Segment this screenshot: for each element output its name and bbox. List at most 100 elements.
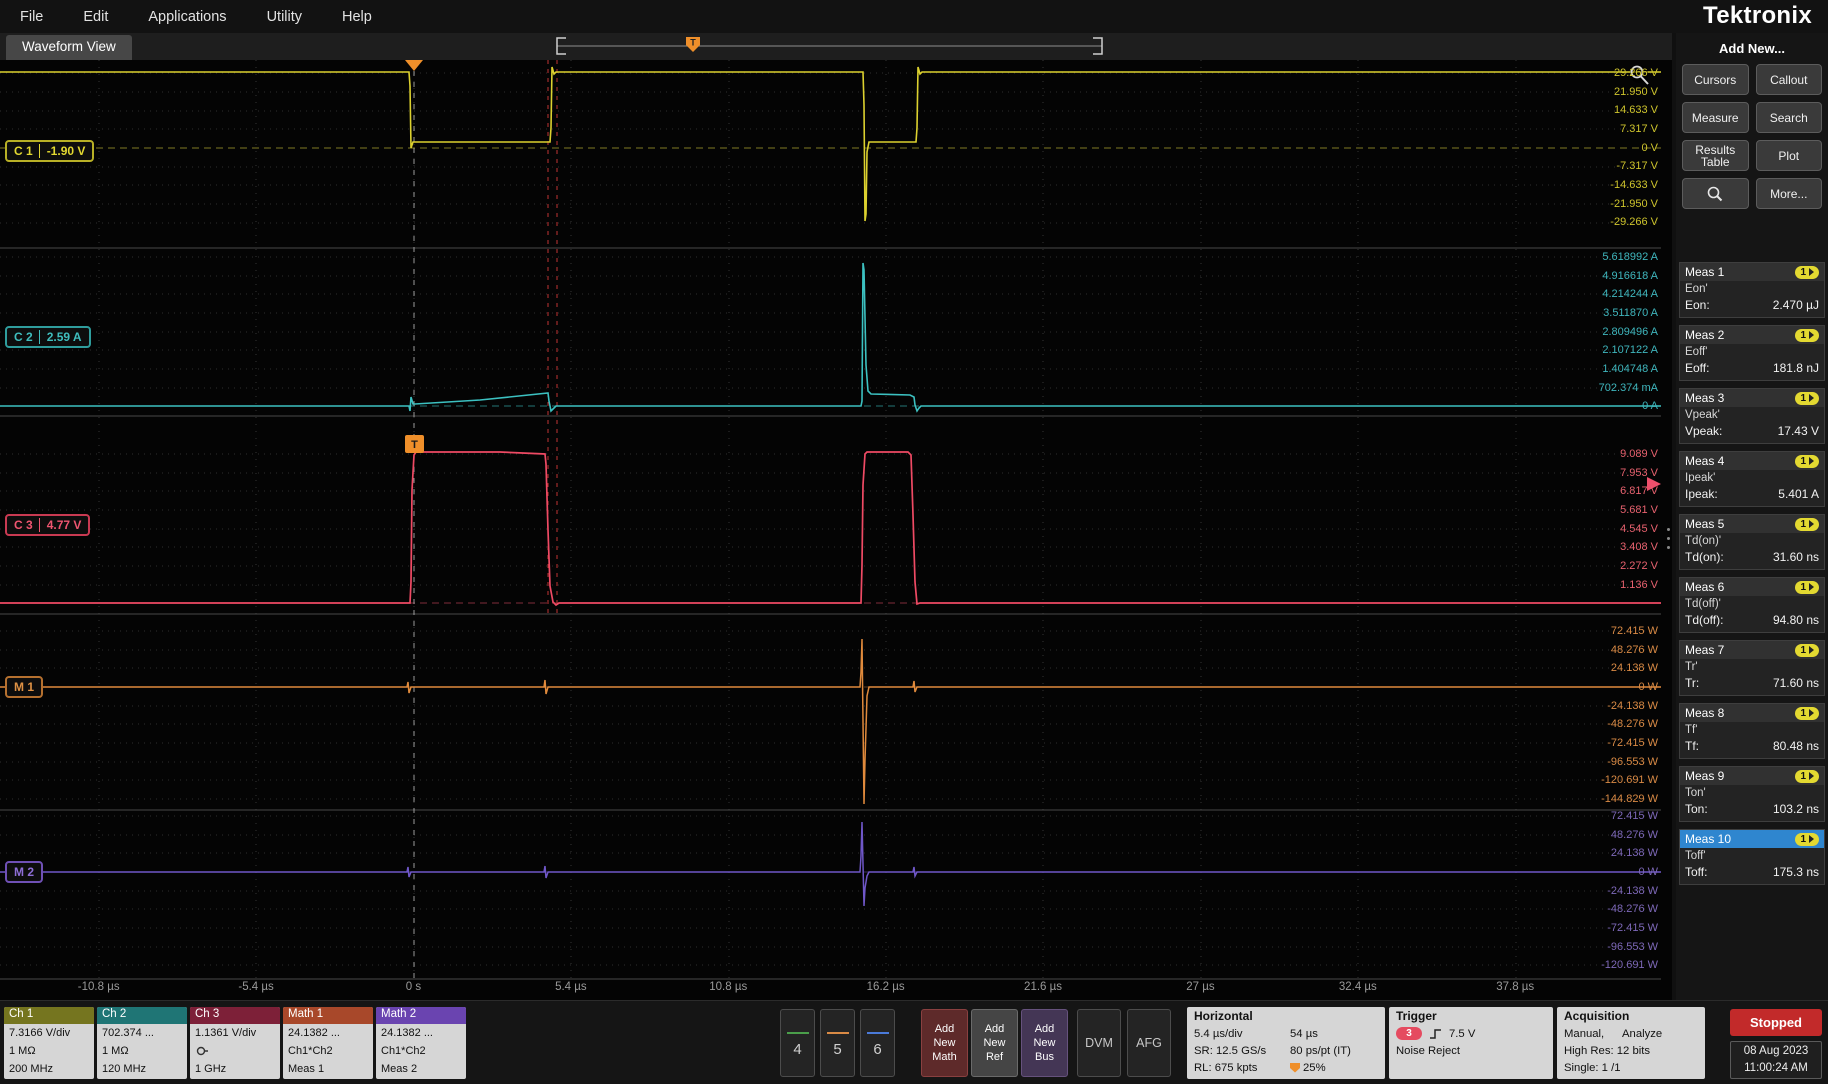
- menu-item[interactable]: Edit: [63, 9, 128, 25]
- tab-waveform-view[interactable]: Waveform View: [6, 35, 132, 60]
- measurement-value-row: Td(on): 31.60 ns: [1680, 547, 1824, 569]
- measurement-card[interactable]: Meas 3 1 Vpeak' Vpeak: 17.43 V: [1679, 388, 1825, 444]
- channel-card-title: Ch 2: [97, 1007, 187, 1024]
- scale-label: -72.415 W: [1601, 734, 1658, 753]
- scale-label: 4.545 V: [1620, 520, 1658, 539]
- plot-button[interactable]: Plot: [1756, 140, 1823, 171]
- channel-card-ch2[interactable]: Ch 2 702.374 ... 1 MΩ 120 MHz: [97, 1007, 187, 1079]
- scale-label: 72.415 W: [1601, 622, 1658, 641]
- math-scale: 24.1382 ...: [376, 1024, 466, 1042]
- trigger-mode: Noise Reject: [1396, 1045, 1460, 1057]
- trigger-panel[interactable]: Trigger 3 7.5 V Noise Reject: [1389, 1007, 1553, 1079]
- cursors-button[interactable]: Cursors: [1682, 64, 1749, 95]
- measurement-name: Meas 3: [1685, 391, 1724, 405]
- scale-label: 6.817 V: [1620, 482, 1658, 501]
- channel-badge-c3[interactable]: C 3 4.77 V: [5, 514, 90, 536]
- horizontal-panel[interactable]: Horizontal 5.4 µs/div 54 µs SR: 12.5 GS/…: [1187, 1007, 1385, 1079]
- measurement-header: Meas 3 1: [1680, 389, 1824, 407]
- math-card-math2[interactable]: Math 2 24.1382 ... Ch1*Ch2 Meas 2: [376, 1007, 466, 1079]
- trigger-source-badge: 3: [1396, 1027, 1422, 1040]
- channel-button-6[interactable]: 6: [860, 1009, 895, 1077]
- channel-badge-m2[interactable]: M 2: [5, 861, 43, 883]
- channel-number: 5: [833, 1041, 841, 1058]
- channel-card-ch1[interactable]: Ch 1 7.3166 V/div 1 MΩ 200 MHz: [4, 1007, 94, 1079]
- menu-item[interactable]: Applications: [128, 9, 246, 25]
- math-card-math1[interactable]: Math 1 24.1382 ... Ch1*Ch2 Meas 1: [283, 1007, 373, 1079]
- measurement-card[interactable]: Meas 7 1 Tr' Tr: 71.60 ns: [1679, 640, 1825, 696]
- menu-item[interactable]: Utility: [247, 9, 322, 25]
- scale-label: -120.691 W: [1601, 956, 1658, 975]
- channel-bandwidth: 200 MHz: [4, 1060, 94, 1078]
- scale-label: -21.950 V: [1610, 195, 1658, 214]
- waveform-m2: [0, 822, 1661, 906]
- results-table-button[interactable]: Results Table: [1682, 140, 1749, 171]
- channel-card-title: Ch 1: [4, 1007, 94, 1024]
- measurement-label: Td(off):: [1685, 613, 1723, 627]
- acquisition-count: Single: 1 /1: [1564, 1062, 1621, 1074]
- scale-label: -24.138 W: [1601, 697, 1658, 716]
- scale-labels-ch3: 9.089 V7.953 V6.817 V5.681 V4.545 V3.408…: [1620, 445, 1658, 594]
- afg-button[interactable]: AFG: [1127, 1009, 1171, 1077]
- measurement-card[interactable]: Meas 8 1 Tf' Tf: 80.48 ns: [1679, 703, 1825, 759]
- trigger-position-letter: T: [690, 38, 696, 48]
- scale-label: 9.089 V: [1620, 445, 1658, 464]
- scale-label: -7.317 V: [1610, 157, 1658, 176]
- measurement-name: Meas 2: [1685, 328, 1724, 342]
- channel-impedance: 1 MΩ: [4, 1042, 94, 1060]
- measurement-card[interactable]: Meas 1 1 Eon' Eon: 2.470 µJ: [1679, 262, 1825, 318]
- acquisition-panel[interactable]: Acquisition Manual, Analyze High Res: 12…: [1557, 1007, 1705, 1079]
- run-stop-button[interactable]: Stopped: [1730, 1009, 1822, 1036]
- channel-scale: 1.1361 V/div: [190, 1024, 280, 1042]
- measurement-source-badge: 1: [1795, 644, 1819, 657]
- scale-label: 7.317 V: [1610, 120, 1658, 139]
- channel-badge-label: M 1: [14, 680, 34, 694]
- more-button[interactable]: More...: [1756, 178, 1823, 209]
- scale-label: 5.618992 A: [1599, 248, 1658, 267]
- waveform-c1: [0, 67, 1661, 221]
- zoom-overlay-button[interactable]: [1682, 178, 1749, 209]
- measurement-source-badge: 1: [1795, 707, 1819, 720]
- measurement-value-row: Toff: 175.3 ns: [1680, 862, 1824, 884]
- panel-splitter-handle[interactable]: [1664, 528, 1672, 572]
- measurement-card[interactable]: Meas 6 1 Td(off)' Td(off): 94.80 ns: [1679, 577, 1825, 633]
- add-new-ref-button[interactable]: Add New Ref: [971, 1009, 1018, 1077]
- menu-item[interactable]: Help: [322, 9, 392, 25]
- trigger-position-icon: [1290, 1063, 1300, 1073]
- trigger-event-marker[interactable]: T: [405, 435, 424, 453]
- date: 08 Aug 2023: [1731, 1043, 1821, 1060]
- add-new-bus-button[interactable]: Add New Bus: [1021, 1009, 1068, 1077]
- channel-button-4[interactable]: 4: [780, 1009, 815, 1077]
- time-label: 16.2 µs: [807, 981, 964, 993]
- scale-label: 0 W: [1601, 678, 1658, 697]
- sample-rate: SR: 12.5 GS/s: [1194, 1045, 1290, 1057]
- trigger-top-marker[interactable]: [405, 60, 423, 71]
- callout-button[interactable]: Callout: [1756, 64, 1823, 95]
- measurement-card[interactable]: Meas 2 1 Eoff' Eoff: 181.8 nJ: [1679, 325, 1825, 381]
- scale-label: 21.950 V: [1610, 83, 1658, 102]
- channel-badge-c2[interactable]: C 2 2.59 A: [5, 326, 91, 348]
- measurement-card[interactable]: Meas 4 1 Ipeak' Ipeak: 5.401 A: [1679, 451, 1825, 507]
- waveform-display: T: [0, 60, 1672, 1000]
- search-button[interactable]: Search: [1756, 102, 1823, 133]
- channel-button-5[interactable]: 5: [820, 1009, 855, 1077]
- measurement-card[interactable]: Meas 5 1 Td(on)' Td(on): 31.60 ns: [1679, 514, 1825, 570]
- menu-item[interactable]: File: [0, 9, 63, 25]
- add-new-math-button[interactable]: Add New Math: [921, 1009, 968, 1077]
- channel-badge-c1[interactable]: C 1 -1.90 V: [5, 140, 94, 162]
- channel-badge-value: -1.90 V: [39, 144, 86, 158]
- measure-button[interactable]: Measure: [1682, 102, 1749, 133]
- measurement-fn: Td(off)': [1680, 596, 1824, 610]
- measurement-card[interactable]: Meas 9 1 Ton' Ton: 103.2 ns: [1679, 766, 1825, 822]
- measurement-card[interactable]: Meas 10 1 Toff' Toff: 175.3 ns: [1679, 829, 1825, 885]
- measurement-name: Meas 1: [1685, 265, 1724, 279]
- measurement-name: Meas 7: [1685, 643, 1724, 657]
- channel-badge-m1[interactable]: M 1: [5, 676, 43, 698]
- measurement-value: 80.48 ns: [1773, 739, 1819, 753]
- dvm-button[interactable]: DVM: [1077, 1009, 1121, 1077]
- measurement-label: Toff:: [1685, 865, 1707, 879]
- acquisition-resolution: High Res: 12 bits: [1564, 1045, 1650, 1057]
- scale-label: 702.374 mA: [1599, 379, 1658, 398]
- measurement-name: Meas 10: [1685, 832, 1731, 846]
- channel-card-ch3[interactable]: Ch 3 1.1361 V/div 1 GHz: [190, 1007, 280, 1079]
- record-length: RL: 675 kpts: [1194, 1062, 1290, 1074]
